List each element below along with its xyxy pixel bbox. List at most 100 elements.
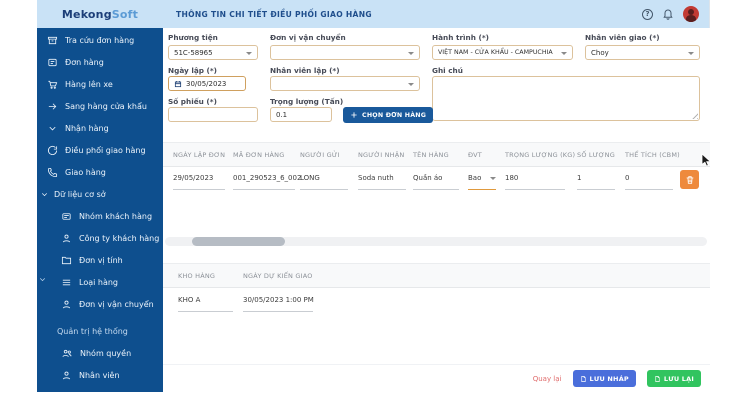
archive-icon (47, 35, 58, 46)
route-select-value: VIỆT NAM - CỬA KHẨU - CAMPUCHIA (438, 49, 553, 56)
weight-kg-cell[interactable]: 180 (505, 174, 565, 190)
file-icon (654, 375, 661, 383)
save-draft-label: LƯU NHÁP (590, 375, 629, 383)
created-by-label: Nhân viên lập (*) (270, 66, 340, 75)
chevron-down-icon (40, 190, 49, 199)
user-icon (61, 299, 72, 310)
sidebar-item-label: Nhân viên (79, 371, 120, 380)
sidebar-item-nhom-quyen[interactable]: Nhóm quyền (37, 342, 163, 364)
arrow-right-icon (47, 101, 58, 112)
folder-icon (61, 255, 72, 266)
scrollbar-thumb[interactable] (192, 237, 285, 246)
column-header: NGÀY LẬP ĐƠN (173, 151, 225, 159)
sidebar-item-hang-len-xe[interactable]: Hàng lên xe (37, 73, 163, 95)
user-icon (61, 370, 72, 381)
sidebar-section-quan-tri-he-thong: Quản trị hệ thống (37, 320, 163, 342)
ticket-number-label: Số phiếu (*) (168, 97, 217, 106)
sidebar-item-label: Đơn hàng (65, 58, 104, 67)
sidebar-item-don-vi-van-chuyen[interactable]: Đơn vị vận chuyển (37, 293, 163, 315)
user-avatar[interactable] (683, 6, 699, 22)
sidebar-item-don-vi-tinh[interactable]: Đơn vị tính (37, 249, 163, 271)
select-orders-button[interactable]: CHỌN ĐƠN HÀNG (343, 107, 433, 123)
notes-field (432, 76, 700, 121)
sidebar-item-label: Tra cứu đơn hàng (65, 36, 134, 45)
column-header: MÃ ĐƠN HÀNG (233, 151, 284, 159)
main-content: Phương tiện Đơn vị vận chuyển Hành trình… (163, 28, 710, 392)
unit-select-cell[interactable]: Bao (468, 174, 496, 190)
sidebar-item-label: Sang hàng cửa khẩu (65, 102, 147, 111)
quantity-cell[interactable]: 1 (577, 174, 615, 190)
ticket-number-field (168, 107, 258, 122)
weight-ton-field (270, 107, 332, 122)
carrier-label: Đơn vị vận chuyển (270, 33, 346, 42)
column-header: TÊN HÀNG (413, 151, 449, 159)
created-date-label: Ngày lập (*) (168, 66, 217, 75)
sender-cell[interactable]: LONG (300, 174, 348, 190)
vehicle-select[interactable]: 51C-58965 (168, 45, 258, 60)
sidebar-item-nhan-hang[interactable]: Nhận hàng (37, 117, 163, 139)
chevron-down-icon[interactable] (38, 275, 47, 284)
sidebar-item-dieu-phoi-giao-hang[interactable]: Điều phối giao hàng (37, 139, 163, 161)
delete-row-button[interactable] (680, 170, 699, 189)
weight-ton-label: Trọng lượng (Tấn) (270, 97, 343, 106)
sidebar-item-giao-hang[interactable]: Giao hàng (37, 161, 163, 183)
warehouse-cell[interactable]: KHO A (178, 296, 233, 312)
delivery-staff-select[interactable]: Choy (585, 45, 700, 60)
notes-textarea[interactable] (433, 77, 699, 120)
orders-table-header: NGÀY LẬP ĐƠN MÃ ĐƠN HÀNG NGƯỜI GỬI NGƯỜI… (163, 142, 710, 167)
vehicle-select-value: 51C-58965 (174, 49, 213, 57)
cart-icon (47, 79, 58, 90)
save-label: LƯU LẠI (664, 375, 694, 383)
bell-icon[interactable] (662, 8, 674, 20)
back-link[interactable]: Quay lại (533, 375, 562, 383)
notes-label: Ghi chú (432, 66, 463, 75)
carrier-select[interactable] (270, 45, 420, 60)
created-by-select[interactable] (270, 76, 420, 91)
sidebar-item-label: Giao hàng (65, 168, 106, 177)
column-header: SỐ LƯỢNG (577, 151, 615, 159)
goods-name-cell[interactable]: Quần áo (413, 174, 459, 190)
vehicle-label: Phương tiện (168, 33, 218, 42)
sidebar-item-label: Điều phối giao hàng (65, 146, 146, 155)
sidebar-item-label: Nhận hàng (65, 124, 109, 133)
page-title: THÔNG TIN CHI TIẾT ĐIỀU PHỐI GIAO HÀNG (176, 10, 642, 19)
ticket-number-input[interactable] (174, 111, 252, 119)
save-button[interactable]: LƯU LẠI (647, 370, 701, 387)
sidebar-item-cong-ty-khach-hang[interactable]: Công ty khách hàng (37, 227, 163, 249)
select-orders-button-label: CHỌN ĐƠN HÀNG (362, 112, 426, 119)
horizontal-scrollbar[interactable] (165, 237, 707, 246)
sidebar-item-nhan-vien[interactable]: Nhân viên (37, 364, 163, 386)
column-header: ĐVT (468, 151, 482, 159)
sidebar-item-label: Công ty khách hàng (79, 234, 159, 243)
chevron-down-icon (47, 123, 58, 134)
sidebar-item-label: Nhóm quyền (80, 349, 131, 358)
sidebar-item-sang-hang-cua-khau[interactable]: Sang hàng cửa khẩu (37, 95, 163, 117)
expected-delivery-date-cell[interactable]: 30/05/2023 1:00 PM (243, 296, 313, 312)
sidebar-item-label: Nhóm khách hàng (79, 212, 152, 221)
order-date-cell[interactable]: 29/05/2023 (173, 174, 225, 190)
receiver-cell[interactable]: Soda nuth (358, 174, 406, 190)
column-header: TRỌNG LƯỢNG (KG) (505, 151, 575, 159)
plus-icon (350, 111, 358, 119)
sidebar-item-nhom-khach-hang[interactable]: Nhóm khách hàng (37, 205, 163, 227)
order-code-cell[interactable]: 001_290523_6_002 (233, 174, 295, 190)
help-icon[interactable]: ? (642, 9, 653, 20)
weight-ton-input[interactable] (276, 111, 326, 119)
column-header: NGÀY DỰ KIẾN GIAO (243, 272, 313, 280)
sidebar-item-loai-hang[interactable]: Loại hàng (37, 271, 163, 293)
created-date-value: 30/05/2023 (186, 80, 226, 88)
save-draft-button[interactable]: LƯU NHÁP (573, 370, 636, 387)
sidebar-item-label: Dữ liệu cơ sở (54, 190, 106, 199)
route-select[interactable]: VIỆT NAM - CỬA KHẨU - CAMPUCHIA (432, 45, 573, 60)
logo: MekongSoft (37, 8, 163, 21)
volume-cbm-cell[interactable]: 0 (625, 174, 673, 190)
warehouse-table-header: KHO HÀNG NGÀY DỰ KIẾN GIAO (163, 263, 710, 288)
created-date-input[interactable]: 30/05/2023 (168, 76, 246, 91)
sidebar-group-du-lieu-co-so[interactable]: Dữ liệu cơ sở (37, 183, 163, 205)
sidebar-item-don-hang[interactable]: Đơn hàng (37, 51, 163, 73)
logo-secondary: Soft (112, 8, 138, 21)
sidebar: Tra cứu đơn hàng Đơn hàng Hàng lên xe Sa… (37, 28, 163, 392)
sidebar-item-label: Đơn vị vận chuyển (79, 300, 154, 309)
user-icon (61, 233, 72, 244)
sidebar-item-tra-cuu-don-hang[interactable]: Tra cứu đơn hàng (37, 29, 163, 51)
